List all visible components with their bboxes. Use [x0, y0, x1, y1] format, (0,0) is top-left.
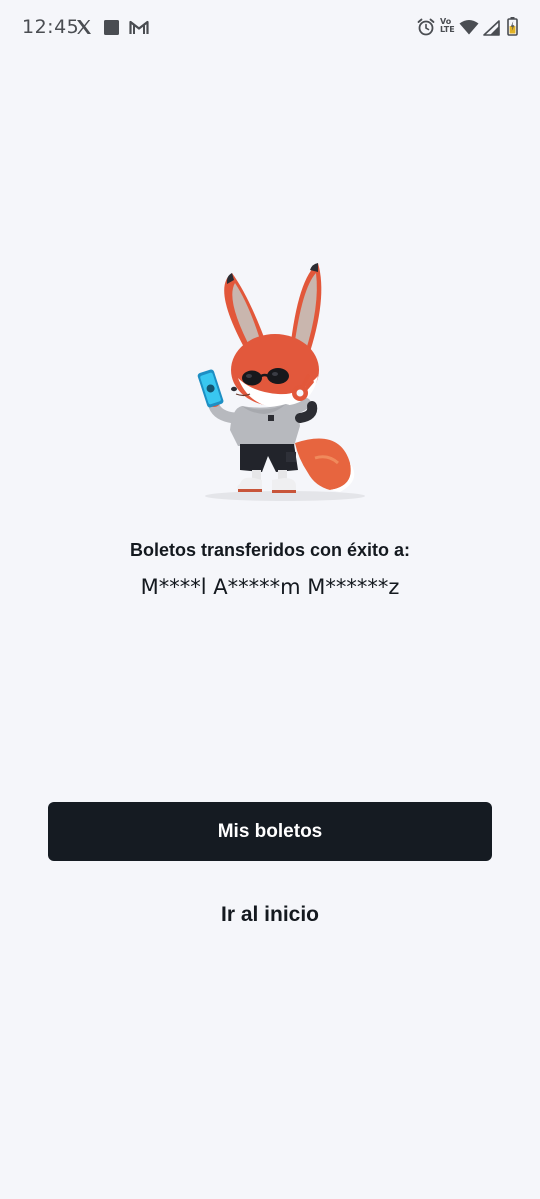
wifi-icon — [459, 19, 479, 40]
fox-mascot-illustration — [190, 258, 390, 508]
battery-icon — [507, 17, 518, 41]
transfer-success-message: Boletos transferidos con éxito a: — [129, 540, 411, 560]
status-time: 12:45 — [22, 16, 80, 38]
my-tickets-button[interactable]: Mis boletos — [48, 802, 492, 861]
go-home-button[interactable]: Ir al inicio — [170, 895, 370, 935]
stop-square-icon — [104, 20, 119, 40]
status-bar: 12:45 Vo LTE — [0, 0, 540, 56]
signal-icon — [483, 20, 500, 41]
volte-icon: Vo LTE — [440, 18, 458, 34]
x-logo-icon — [76, 19, 92, 40]
alarm-icon — [417, 18, 435, 41]
recipient-name: M****l A*****m M******z — [140, 575, 400, 599]
volte-label: Vo LTE — [440, 17, 455, 34]
gmail-icon — [129, 20, 149, 40]
